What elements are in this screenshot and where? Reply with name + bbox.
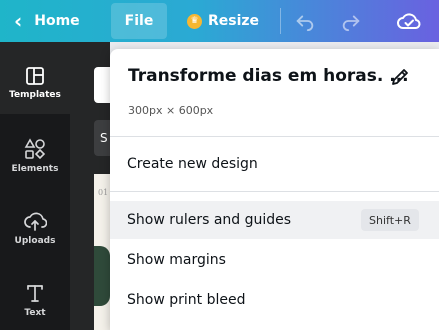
file-menu-button[interactable]: File — [111, 3, 167, 39]
undo-button[interactable] — [294, 0, 316, 42]
sidebar-item-uploads[interactable]: Uploads — [0, 210, 70, 246]
top-bar: ‹ Home File ♛ Resize — [0, 0, 439, 42]
left-sidebar: Templates Elements Uploads Text — [0, 42, 70, 330]
file-label: File — [124, 13, 154, 29]
cloud-check-icon — [397, 13, 421, 29]
toolbar-divider — [280, 8, 281, 34]
menu-item-label: Show margins — [127, 252, 226, 268]
menu-item-show-margins[interactable]: Show margins — [110, 241, 439, 279]
thumbnail-image — [94, 246, 110, 306]
thumbnail-text: 01 — [98, 188, 109, 197]
menu-item-show-print-bleed[interactable]: Show print bleed — [110, 281, 439, 319]
redo-button[interactable] — [340, 0, 362, 42]
menu-item-create-new-design[interactable]: Create new design — [110, 145, 439, 183]
redo-icon — [342, 15, 360, 32]
sidebar-item-label: Templates — [9, 90, 61, 100]
templates-panel: S 01 — [70, 42, 114, 330]
resize-button[interactable]: ♛ Resize — [187, 0, 259, 42]
shortcut-badge: Shift+R — [361, 209, 419, 231]
save-status-button[interactable] — [396, 0, 422, 42]
chevron-left-icon: ‹ — [14, 9, 23, 33]
cloud-upload-icon — [24, 212, 47, 231]
resize-label: Resize — [208, 13, 260, 29]
shapes-icon — [24, 138, 46, 160]
design-title[interactable]: Transforme dias em horas. ... — [128, 66, 409, 86]
design-dimensions: 300px × 600px — [128, 104, 214, 117]
menu-item-label: Create new design — [127, 156, 258, 172]
menu-divider — [110, 136, 439, 137]
undo-icon — [296, 15, 314, 32]
template-thumbnail[interactable]: 01 — [94, 174, 110, 330]
pencil-icon[interactable] — [390, 67, 410, 87]
menu-item-label: Show print bleed — [127, 292, 246, 308]
menu-item-label: Show rulers and guides — [127, 212, 292, 228]
home-button[interactable]: ‹ Home — [14, 0, 80, 42]
crown-icon: ♛ — [187, 13, 202, 29]
sidebar-item-templates[interactable]: Templates — [0, 42, 70, 114]
sidebar-item-label: Text — [24, 308, 46, 318]
sidebar-item-label: Uploads — [14, 236, 56, 246]
menu-item-show-rulers[interactable]: Show rulers and guides Shift+R — [110, 201, 439, 239]
menu-divider — [110, 191, 439, 192]
text-icon — [27, 285, 43, 302]
file-menu-dropdown: Transforme dias em horas. ... 300px × 60… — [110, 49, 439, 330]
home-label: Home — [34, 13, 80, 29]
sidebar-item-label: Elements — [11, 164, 59, 174]
sidebar-item-elements[interactable]: Elements — [0, 138, 70, 174]
templates-icon — [26, 67, 44, 85]
sidebar-item-text[interactable]: Text — [0, 282, 70, 318]
